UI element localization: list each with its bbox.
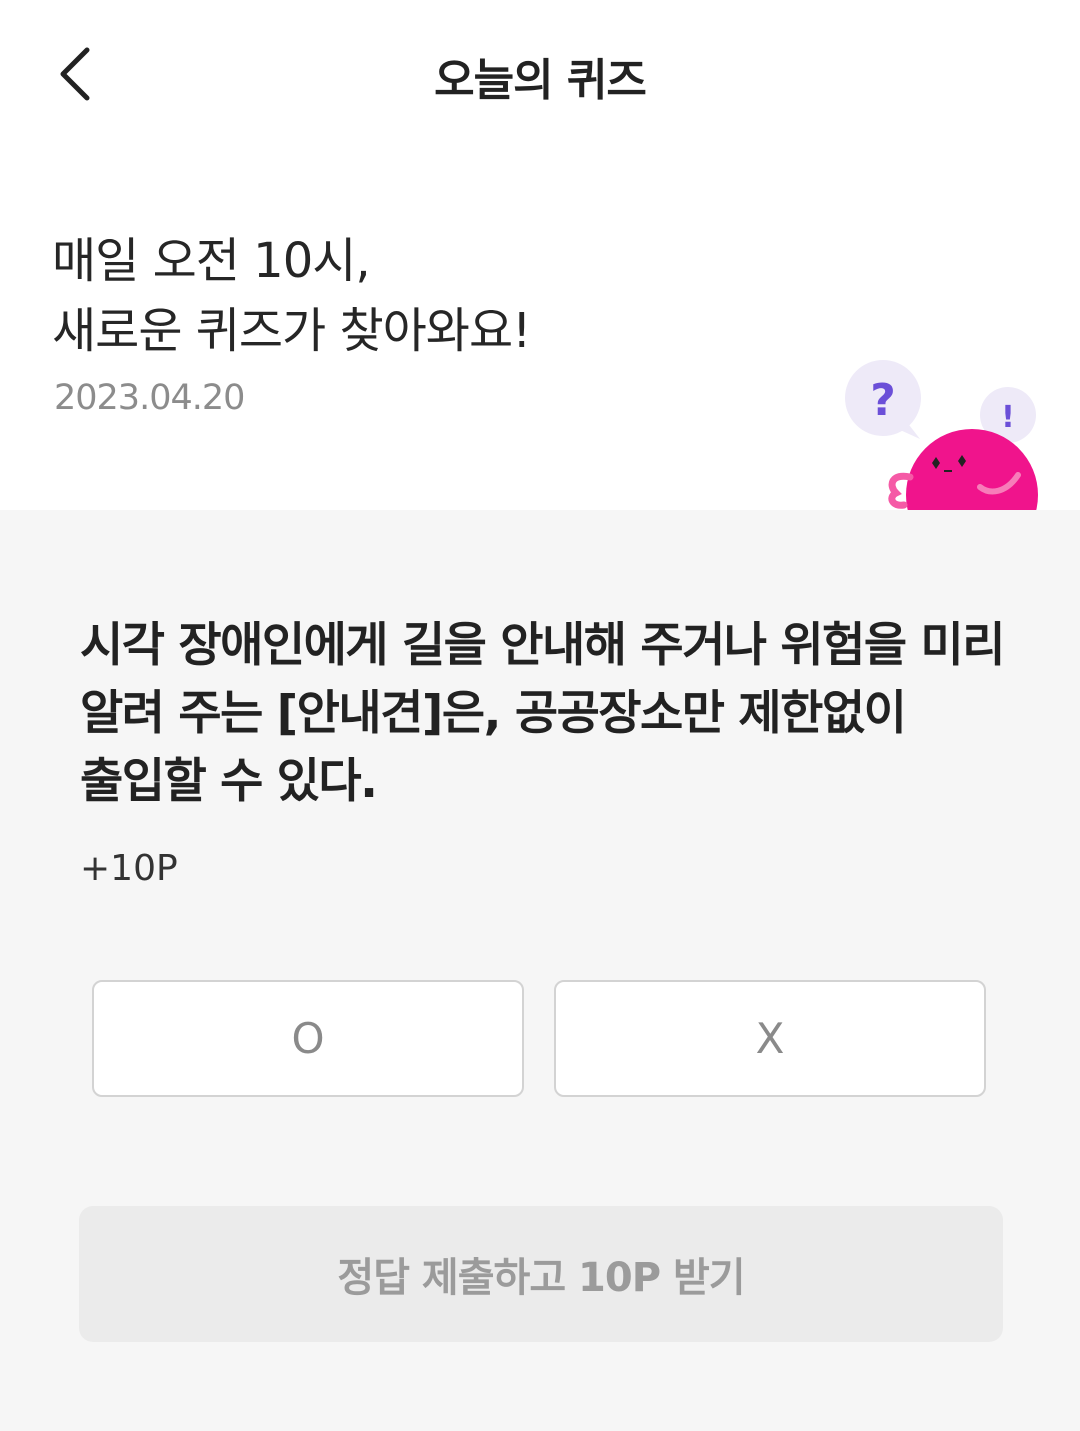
- answer-x-button[interactable]: X: [554, 980, 986, 1097]
- intro-line-2: 새로운 퀴즈가 찾아와요!: [52, 303, 531, 359]
- quiz-question: 시각 장애인에게 길을 안내해 주거나 위험을 미리 알려 주는 [안내견]은,…: [80, 618, 1005, 809]
- intro-line-1: 매일 오전 10시,: [52, 233, 371, 289]
- question-mark: ?: [870, 375, 896, 426]
- app-header: 오늘의 퀴즈: [0, 0, 1080, 150]
- submit-answer-button[interactable]: 정답 제출하고 10P 받기: [79, 1206, 1003, 1342]
- intro-text: 매일 오전 10시, 새로운 퀴즈가 찾아와요!: [52, 226, 531, 366]
- intro-section: 오늘의 퀴즈 매일 오전 10시, 새로운 퀴즈가 찾아와요! 2023.04.…: [0, 0, 1080, 510]
- answer-o-button[interactable]: O: [92, 980, 524, 1097]
- reward-points: +10P: [80, 848, 178, 889]
- mascot-body: [906, 429, 1038, 510]
- quiz-date: 2023.04.20: [54, 378, 245, 418]
- mascot-illustration: ? !: [840, 355, 1050, 510]
- page-title: 오늘의 퀴즈: [434, 55, 647, 106]
- exclamation-mark: !: [1001, 400, 1015, 435]
